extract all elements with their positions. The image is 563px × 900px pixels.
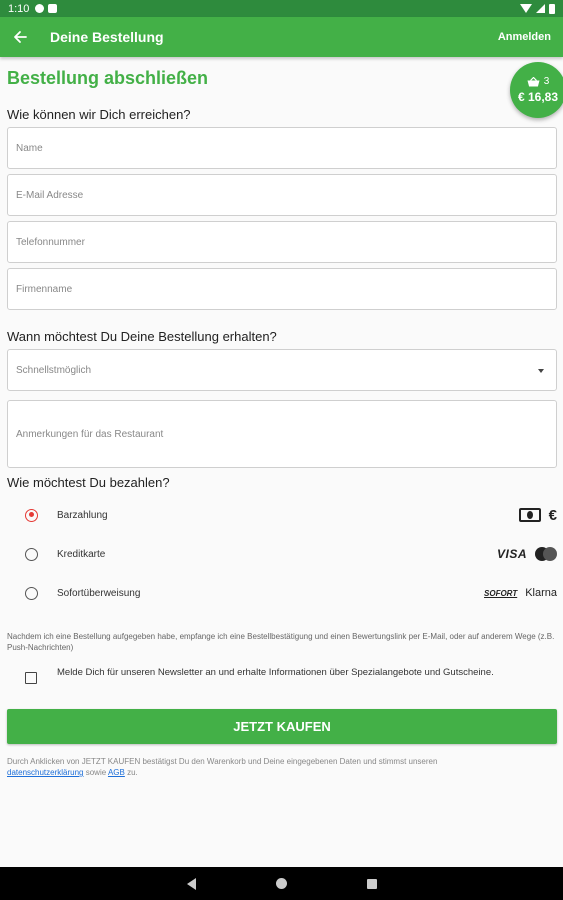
- name-field[interactable]: Name: [7, 127, 557, 169]
- company-field[interactable]: Firmenname: [7, 268, 557, 310]
- arrow-left-icon: [14, 31, 27, 43]
- mastercard-icon: [535, 547, 557, 561]
- name-placeholder: Name: [16, 142, 43, 154]
- payment-label-cash: Barzahlung: [57, 509, 108, 521]
- email-placeholder: E-Mail Adresse: [16, 189, 84, 201]
- klarna-logo: Klarna: [525, 587, 557, 599]
- delivery-time-value: Schnellstmöglich: [16, 364, 92, 376]
- legal-text: Durch Anklicken von JETZT KAUFEN bestäti…: [7, 756, 557, 778]
- cart-count: 3: [543, 76, 550, 87]
- notification-icon: [35, 4, 45, 13]
- radio-sofort[interactable]: [25, 586, 38, 600]
- restaurant-notes-field[interactable]: Anmerkungen für das Restaurant: [7, 400, 557, 468]
- nav-recents-icon[interactable]: [366, 878, 377, 889]
- cart-total: € 16,83: [517, 90, 559, 104]
- terms-link[interactable]: AGB: [108, 768, 125, 777]
- system-nav-bar: [0, 867, 563, 900]
- euro-icon: €: [548, 506, 557, 524]
- radio-credit-card[interactable]: [25, 547, 38, 561]
- legal-prefix: Durch Anklicken von JETZT KAUFEN bestäti…: [7, 757, 438, 766]
- battery-icon: [549, 3, 555, 14]
- newsletter-checkbox[interactable]: [25, 672, 37, 684]
- radio-cash[interactable]: [25, 508, 38, 522]
- sofort-logo: SOFORT: [484, 588, 518, 598]
- basket-icon: [527, 76, 540, 87]
- legal-suffix: zu.: [127, 768, 138, 777]
- delivery-time-select[interactable]: Schnellstmöglich: [7, 349, 557, 391]
- wifi-icon: [520, 4, 532, 13]
- delivery-question: Wann möchtest Du Deine Bestellung erhalt…: [7, 329, 277, 344]
- legal-middle: sowie: [85, 768, 107, 777]
- nav-home-icon[interactable]: [275, 878, 287, 889]
- app-bar: Deine Bestellung Anmelden: [0, 17, 563, 57]
- dropdown-arrow-icon: [538, 369, 544, 373]
- contact-question: Wie können wir Dich erreichen?: [7, 107, 191, 122]
- notes-placeholder: Anmerkungen für das Restaurant: [16, 428, 164, 440]
- page-title: Bestellung abschließen: [7, 68, 209, 88]
- email-field[interactable]: E-Mail Adresse: [7, 174, 557, 216]
- visa-logo: VISA: [496, 547, 527, 561]
- payment-option-credit-card[interactable]: Kreditkarte VISA: [7, 542, 557, 566]
- phone-placeholder: Telefonnummer: [16, 236, 85, 248]
- company-placeholder: Firmenname: [16, 283, 73, 295]
- status-bar: 1:10: [0, 0, 563, 17]
- payment-question: Wie möchtest Du bezahlen?: [7, 475, 170, 490]
- cash-icon: [518, 508, 541, 522]
- payment-label-sofort: Sofortüberweisung: [57, 587, 141, 599]
- nav-back-icon[interactable]: [186, 877, 196, 890]
- confirmation-note: Nachdem ich eine Bestellung aufgegeben h…: [7, 632, 555, 652]
- login-button[interactable]: Anmelden: [498, 31, 551, 43]
- signal-icon: [536, 4, 545, 13]
- phone-field[interactable]: Telefonnummer: [7, 221, 557, 263]
- status-time: 1:10: [8, 2, 30, 15]
- payment-option-sofort[interactable]: Sofortüberweisung SOFORT Klarna: [7, 581, 557, 605]
- newsletter-label: Melde Dich für unseren Newsletter an und…: [57, 667, 494, 678]
- privacy-policy-link[interactable]: datenschutzerklärung: [7, 768, 84, 777]
- payment-option-cash[interactable]: Barzahlung €: [7, 503, 557, 527]
- cart-button[interactable]: 3 € 16,83: [510, 62, 563, 118]
- app-bar-title: Deine Bestellung: [50, 29, 164, 45]
- payment-label-credit-card: Kreditkarte: [57, 548, 106, 560]
- storage-icon: [48, 4, 58, 13]
- back-button[interactable]: [0, 17, 40, 57]
- buy-now-button[interactable]: JETZT KAUFEN: [7, 709, 557, 744]
